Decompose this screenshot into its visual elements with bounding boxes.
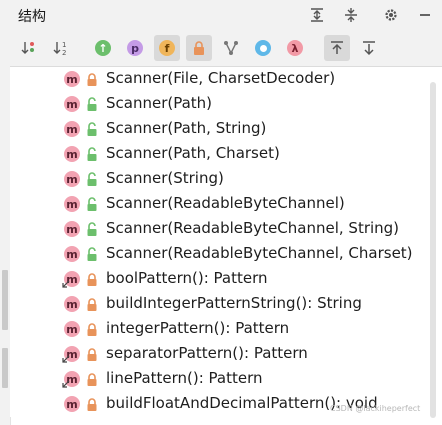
tree-row[interactable]: m Scanner(Path, Charset) — [10, 142, 442, 167]
side-tab-1[interactable] — [2, 270, 8, 330]
public-unlock-icon — [87, 247, 97, 261]
member-label: Scanner(Path, String) — [106, 119, 267, 137]
member-label: Scanner(ReadableByteChannel, String) — [106, 219, 400, 237]
method-icon: m — [64, 171, 80, 187]
expand-all-icon[interactable] — [306, 4, 328, 26]
private-lock-icon — [87, 73, 97, 86]
vertical-scrollbar[interactable] — [430, 82, 436, 418]
svg-text:1: 1 — [62, 41, 66, 49]
tree-row[interactable]: m boolPattern(): Pattern — [10, 267, 442, 292]
method-icon: m — [64, 321, 80, 337]
private-lock-icon — [87, 398, 97, 411]
tree-row[interactable]: m Scanner(String) — [10, 167, 442, 192]
tree-row[interactable]: m separatorPattern(): Pattern — [10, 342, 442, 367]
member-label: Scanner(Path) — [106, 94, 213, 112]
tree-row[interactable]: m Scanner(ReadableByteChannel, Charset) — [10, 242, 442, 267]
public-unlock-icon — [87, 222, 97, 236]
side-tab-2[interactable] — [2, 348, 8, 388]
member-label: separatorPattern(): Pattern — [106, 344, 308, 362]
structure-panel-header: 结构 — [10, 0, 442, 30]
public-unlock-icon — [87, 122, 97, 136]
collapse-all-icon[interactable] — [340, 4, 362, 26]
tree-row[interactable]: m Scanner(Path, String) — [10, 117, 442, 142]
override-arrow-icon — [62, 280, 70, 288]
private-lock-icon — [87, 273, 97, 286]
minimize-icon[interactable] — [414, 4, 436, 26]
method-icon: m — [64, 96, 80, 112]
public-unlock-icon — [87, 172, 97, 186]
method-icon: m — [64, 146, 80, 162]
member-label: Scanner(String) — [106, 169, 224, 187]
method-icon: m — [64, 221, 80, 237]
public-unlock-icon — [87, 97, 97, 111]
override-arrow-icon — [62, 380, 70, 388]
tree-row[interactable]: m linePattern(): Pattern — [10, 367, 442, 392]
method-icon: m — [64, 396, 80, 412]
gear-icon[interactable] — [380, 4, 402, 26]
watermark: CSDN @lackiheperfect — [330, 404, 421, 413]
show-lambdas-circle-icon[interactable] — [250, 35, 276, 61]
member-label: boolPattern(): Pattern — [106, 269, 268, 287]
tree-row[interactable]: m Scanner(ReadableByteChannel) — [10, 192, 442, 217]
member-label: linePattern(): Pattern — [106, 369, 263, 387]
private-lock-icon — [87, 298, 97, 311]
private-lock-icon — [87, 373, 97, 386]
autoscroll-to-source-icon[interactable] — [324, 35, 350, 61]
show-lambdas-icon[interactable]: λ — [282, 35, 308, 61]
member-label: Scanner(File, CharsetDecoder) — [106, 69, 336, 87]
autoscroll-from-source-icon[interactable] — [356, 35, 382, 61]
method-icon: m — [64, 196, 80, 212]
member-label: Scanner(ReadableByteChannel, Charset) — [106, 244, 413, 262]
tree-row[interactable]: m Scanner(ReadableByteChannel, String) — [10, 217, 442, 242]
method-icon: m — [64, 246, 80, 262]
show-inherited-icon[interactable]: ↑ — [90, 35, 116, 61]
member-label: buildIntegerPatternString(): String — [106, 294, 362, 312]
member-label: integerPattern(): Pattern — [106, 319, 290, 337]
structure-toolbar: 12 ↑ p f λ — [10, 30, 442, 67]
structure-tree[interactable]: m Scanner(File, CharsetDecoder) m Scanner(P… — [10, 67, 442, 417]
method-icon: m — [64, 121, 80, 137]
show-non-public-icon[interactable] — [186, 35, 212, 61]
private-lock-icon — [87, 348, 97, 361]
svg-text:2: 2 — [62, 49, 66, 57]
tree-row[interactable]: m Scanner(File, CharsetDecoder) — [10, 67, 442, 92]
sort-alphabetically-icon[interactable]: 12 — [48, 35, 74, 61]
show-fields-icon[interactable]: f — [154, 35, 180, 61]
public-unlock-icon — [87, 147, 97, 161]
member-label: Scanner(Path, Charset) — [106, 144, 280, 162]
member-label: Scanner(ReadableByteChannel) — [106, 194, 345, 212]
method-icon: m — [64, 71, 80, 87]
tree-row[interactable]: m buildIntegerPatternString(): String — [10, 292, 442, 317]
private-lock-icon — [87, 323, 97, 336]
override-arrow-icon — [62, 355, 70, 363]
show-anonymous-icon[interactable] — [218, 35, 244, 61]
tree-row[interactable]: m Scanner(Path) — [10, 92, 442, 117]
method-icon: m — [64, 296, 80, 312]
panel-title: 结构 — [18, 9, 46, 25]
tree-row[interactable]: m integerPattern(): Pattern — [10, 317, 442, 342]
show-properties-icon[interactable]: p — [122, 35, 148, 61]
sort-by-visibility-icon[interactable] — [16, 35, 42, 61]
public-unlock-icon — [87, 197, 97, 211]
